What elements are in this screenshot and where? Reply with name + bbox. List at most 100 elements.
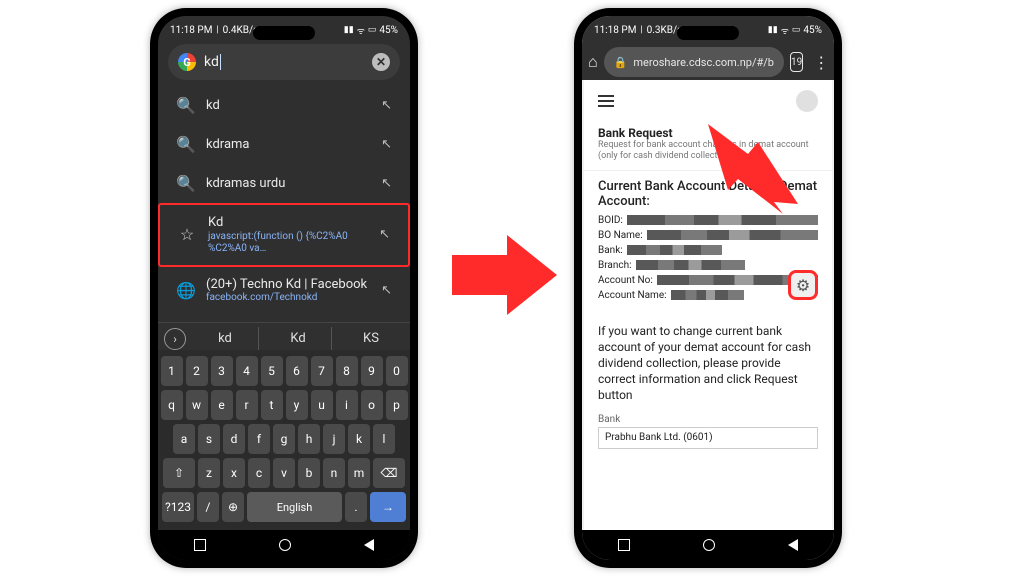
key[interactable]: l [373,424,395,454]
key[interactable]: o [361,390,383,420]
key[interactable]: j [323,424,345,454]
field-label: Account Name: [598,290,667,301]
dot-key[interactable]: . [345,492,367,522]
key[interactable]: s [198,424,220,454]
backspace-key[interactable]: ⌫ [373,458,405,488]
kb-chip[interactable]: Kd [265,327,332,350]
key[interactable]: 7 [311,356,333,386]
search-input[interactable]: kd [204,54,364,70]
search-icon: 🔍 [176,96,194,115]
key[interactable]: f [248,424,270,454]
key[interactable]: a [173,424,195,454]
key[interactable]: 1 [161,356,183,386]
key[interactable]: z [198,458,220,488]
lock-icon: 🔒 [614,56,628,69]
field-label: BO Name: [598,230,643,241]
key[interactable]: w [186,390,208,420]
slash-key[interactable]: / [197,492,219,522]
back-icon[interactable] [364,539,374,551]
status-time: 11:18 PM [170,25,212,36]
android-navbar [582,530,834,560]
key[interactable]: p [386,390,408,420]
insert-icon[interactable]: ↖ [379,227,390,242]
key[interactable]: r [236,390,258,420]
key[interactable]: g [273,424,295,454]
suggestion-item[interactable]: 🌐 (20+) Techno Kd | Facebook facebook.co… [158,267,410,315]
key[interactable]: m [348,458,370,488]
search-icon: 🔍 [176,135,194,154]
key[interactable]: n [323,458,345,488]
settings-button[interactable]: ⚙ [788,270,818,300]
recents-icon[interactable] [194,539,206,551]
keyboard[interactable]: 1 2 3 4 5 6 7 8 9 0 q w e r t y u i o [158,350,410,530]
field-label: Account No: [598,275,653,286]
home-icon[interactable] [703,539,715,551]
key[interactable]: 6 [286,356,308,386]
recents-icon[interactable] [618,539,630,551]
wifi-icon: ᯤ [781,24,789,37]
hamburger-icon[interactable] [598,95,614,107]
globe-key[interactable]: ⊕ [222,492,244,522]
star-icon: ☆ [178,225,196,244]
shift-key[interactable]: ⇧ [163,458,195,488]
insert-icon[interactable]: ↖ [381,176,392,191]
key[interactable]: e [211,390,233,420]
avatar-icon[interactable] [796,90,818,112]
keyboard-suggestion-row: › kd Kd KS [158,322,410,350]
key[interactable]: c [248,458,270,488]
key[interactable]: q [161,390,183,420]
signal-icon: ▮▮ [344,25,354,35]
tab-count[interactable]: 19 [790,52,803,72]
url-bar[interactable]: 🔒 meroshare.cdsc.com.np/#/b [604,47,784,77]
key[interactable]: 4 [236,356,258,386]
kb-chip[interactable]: kd [192,327,259,350]
symbols-key[interactable]: ?123 [162,492,194,522]
insert-icon[interactable]: ↖ [381,98,392,113]
suggestion-item[interactable]: 🔍 kdramas urdu ↖ [158,164,410,203]
key[interactable]: 9 [361,356,383,386]
home-icon[interactable] [279,539,291,551]
home-icon[interactable]: ⌂ [588,52,598,72]
suggestion-item-bookmark[interactable]: ☆ Kd javascript:(function () {%C2%A0 %C2… [158,203,410,267]
phone-right: 11:18 PM | 0.3KB/s ☁ ▮▮ ᯤ ▭ 45% ⌂ 🔒 mero… [574,8,842,568]
instruction-text: If you want to change current bank accou… [584,313,832,414]
suggestion-list: 🔍 kd ↖ 🔍 kdrama ↖ 🔍 kdramas urdu ↖ ☆ Kd … [158,86,410,314]
clear-icon[interactable]: ✕ [372,53,390,71]
suggestion-item[interactable]: 🔍 kdrama ↖ [158,125,410,164]
kb-chip[interactable]: KS [338,327,404,350]
url-text: meroshare.cdsc.com.np/#/b [633,56,774,69]
form-label: Bank [584,414,832,425]
globe-icon: 🌐 [176,281,194,300]
gear-icon: ⚙ [796,276,810,295]
menu-icon[interactable]: ⋮ [809,53,833,72]
key[interactable]: i [336,390,358,420]
key[interactable]: t [261,390,283,420]
field-label: Bank: [598,245,623,256]
redacted-value [647,230,818,240]
key[interactable]: u [311,390,333,420]
key[interactable]: h [298,424,320,454]
key[interactable]: d [223,424,245,454]
key[interactable]: x [223,458,245,488]
bank-select[interactable]: Prabhu Bank Ltd. (0601) [598,427,818,449]
suggestion-item[interactable]: 🔍 kd ↖ [158,86,410,125]
key[interactable]: k [348,424,370,454]
key[interactable]: 8 [336,356,358,386]
space-key[interactable]: English [247,492,342,522]
search-bar[interactable]: G kd ✕ [168,44,400,80]
status-battery: 45% [803,25,822,36]
redacted-value [627,245,723,255]
status-time: 11:18 PM [594,25,636,36]
key[interactable]: 2 [186,356,208,386]
key[interactable]: 5 [261,356,283,386]
key[interactable]: v [273,458,295,488]
enter-key[interactable]: → [370,492,406,522]
chevron-right-icon[interactable]: › [164,328,186,350]
key[interactable]: y [286,390,308,420]
key[interactable]: 3 [211,356,233,386]
insert-icon[interactable]: ↖ [381,137,392,152]
key[interactable]: 0 [386,356,408,386]
insert-icon[interactable]: ↖ [381,283,392,298]
key[interactable]: b [298,458,320,488]
back-icon[interactable] [788,539,798,551]
